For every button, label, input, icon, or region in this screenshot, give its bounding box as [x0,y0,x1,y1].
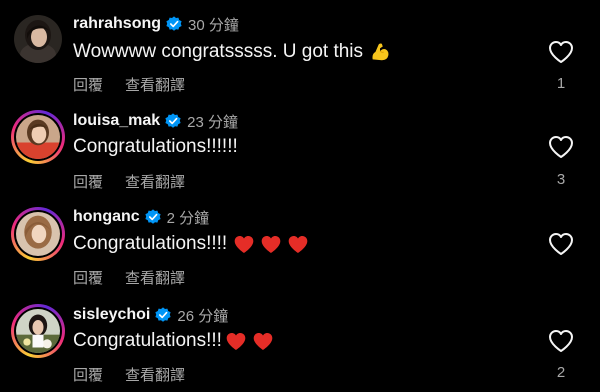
red-heart-emoji-icon [233,234,255,255]
comment-actions: 回覆 查看翻譯 [73,74,185,95]
username[interactable]: louisa_mak [73,112,160,130]
reply-button[interactable]: 回覆 [73,74,103,95]
comment-text-row: Congratulations!!!!!! [73,136,238,158]
comment-timestamp: 30 分鐘 [188,16,239,34]
comment-actions: 回覆 查看翻譯 [73,267,185,288]
comment-item: sisleychoi 26 分鐘 Congratulations!!! 回覆 查… [0,291,600,387]
comment-item: rahrahsong 30 分鐘 Wowwww congratsssss. U … [0,0,600,96]
profile-photo [16,115,60,159]
username[interactable]: sisleychoi [73,306,150,324]
avatar[interactable] [11,304,65,358]
verified-badge-icon [165,113,181,129]
comment-item: honganc 2 分鐘 Congratulations!!!! 回覆 查看翻譯 [0,194,600,290]
verified-badge-icon [166,16,182,32]
avatar[interactable] [11,12,65,66]
comment-text: Congratulations!!!! [73,233,228,254]
comment-text-row: Congratulations!!! [73,330,274,352]
comment-text: Wowwww congratsssss. U got this [73,41,364,62]
like-count: 2 [556,364,566,381]
see-translation-button[interactable]: 查看翻譯 [125,74,185,95]
red-heart-emoji-icon [252,331,274,352]
like-heart-icon[interactable] [548,329,574,353]
comment-item: louisa_mak 23 分鐘 Congratulations!!!!!! 回… [0,97,600,193]
comment-timestamp: 23 分鐘 [187,113,239,131]
comment-text: Congratulations!!! [73,330,222,351]
avatar[interactable] [11,207,65,261]
like-count: 3 [556,171,566,188]
see-translation-button[interactable]: 查看翻譯 [125,171,185,192]
comment-timestamp: 26 分鐘 [177,307,229,325]
like-count: 1 [556,75,566,92]
comment-header: louisa_mak 23 分鐘 [73,111,238,131]
verified-badge-icon [155,307,171,323]
see-translation-button[interactable]: 查看翻譯 [125,364,185,385]
verified-badge-icon [145,209,161,225]
comment-text: Congratulations!!!!!! [73,136,238,157]
comment-text-row: Congratulations!!!! [73,233,309,255]
comment-text-row: Wowwww congratsssss. U got this [73,41,391,63]
reply-button[interactable]: 回覆 [73,171,103,192]
comment-timestamp: 2 分鐘 [166,209,210,227]
comment-actions: 回覆 查看翻譯 [73,171,185,192]
see-translation-button[interactable]: 查看翻譯 [125,267,185,288]
reply-button[interactable]: 回覆 [73,267,103,288]
profile-photo [14,15,62,63]
reply-button[interactable]: 回覆 [73,364,103,385]
comment-header: rahrahsong 30 分鐘 [73,14,239,34]
comment-actions: 回覆 查看翻譯 [73,364,185,385]
red-heart-emoji-icon [260,234,282,255]
flexed-biceps-emoji-icon [369,41,391,63]
like-heart-icon[interactable] [548,40,574,64]
red-heart-emoji-icon [287,234,309,255]
username[interactable]: honganc [73,208,140,226]
like-heart-icon[interactable] [548,135,574,159]
comment-header: honganc 2 分鐘 [73,207,209,227]
like-heart-icon[interactable] [548,232,574,256]
red-heart-emoji-icon [225,331,247,352]
avatar[interactable] [11,110,65,164]
profile-photo [16,309,60,353]
profile-photo [16,212,60,256]
username[interactable]: rahrahsong [73,15,161,33]
comment-header: sisleychoi 26 分鐘 [73,305,228,325]
